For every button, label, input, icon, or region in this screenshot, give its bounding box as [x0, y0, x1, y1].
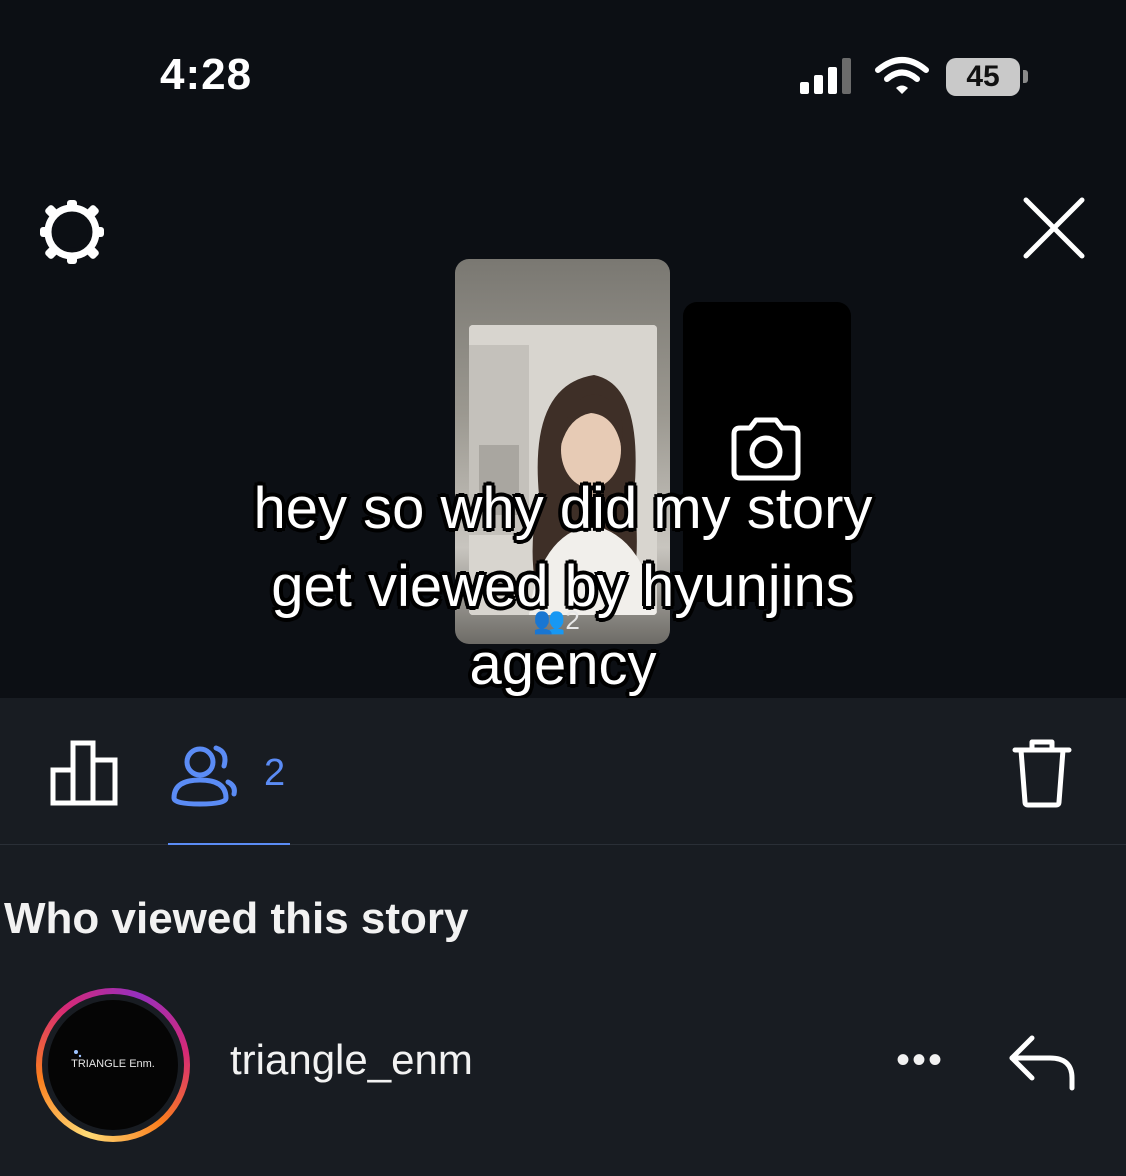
- more-options-button[interactable]: •••: [896, 1038, 944, 1083]
- reply-icon[interactable]: [1006, 1032, 1078, 1094]
- insights-icon[interactable]: [50, 740, 118, 806]
- viewer-row[interactable]: TRIANGLE Enm. triangle_enm •••: [0, 988, 1126, 1148]
- caption-line: agency: [469, 632, 657, 697]
- story-tabbar: 2: [0, 698, 1126, 845]
- viewers-count: 2: [264, 752, 286, 794]
- avatar: TRIANGLE Enm.: [48, 1000, 178, 1130]
- caption-line: hey so why did my story: [253, 476, 873, 541]
- close-icon[interactable]: [1020, 194, 1088, 262]
- story-preview-area: 4:28 45 👥2 hey so why did my story get v…: [0, 0, 1126, 698]
- active-tab-indicator: [168, 843, 290, 845]
- viewers-panel: 2 Who viewed this story TRIANGLE Enm. tr…: [0, 698, 1126, 1176]
- trash-icon[interactable]: [1012, 738, 1072, 808]
- logo-dots-icon: [74, 1050, 82, 1058]
- gear-icon[interactable]: [36, 196, 108, 268]
- viewers-icon: [171, 745, 237, 807]
- status-time: 4:28: [160, 50, 253, 99]
- avatar-gap: TRIANGLE Enm.: [42, 994, 184, 1136]
- section-title: Who viewed this story: [4, 894, 469, 943]
- story-ring[interactable]: TRIANGLE Enm.: [36, 988, 190, 1142]
- caption-line: get viewed by hyunjins: [271, 554, 855, 619]
- tab-viewers[interactable]: 2: [168, 738, 290, 845]
- viewer-username[interactable]: triangle_enm: [230, 1036, 473, 1084]
- battery-indicator: 45: [946, 58, 1020, 96]
- cellular-signal-icon: [800, 58, 851, 94]
- avatar-logo-text: TRIANGLE Enm.: [71, 1058, 155, 1070]
- wifi-icon: [875, 57, 929, 94]
- battery-nub: [1023, 70, 1028, 83]
- caption-overlay: hey so why did my story get viewed by hy…: [160, 470, 966, 704]
